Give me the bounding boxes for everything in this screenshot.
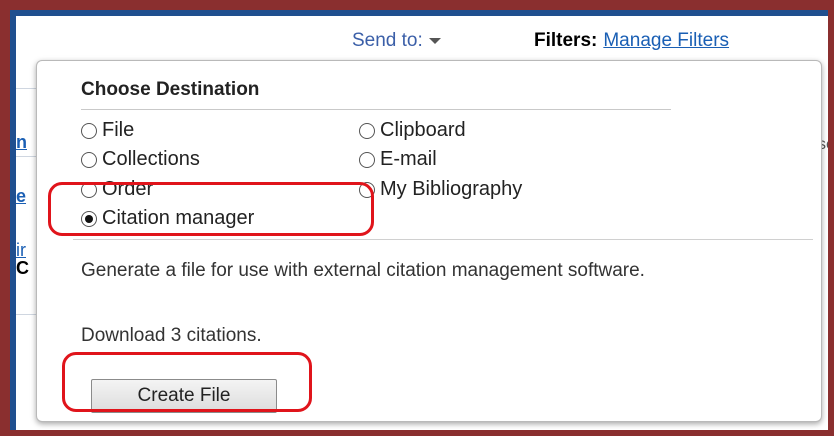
option-label: Citation manager [102,207,255,229]
heading-divider [81,109,671,110]
option-clipboard[interactable]: Clipboard [359,119,466,142]
option-label: Order [102,178,154,200]
download-count: Download 3 citations. [81,325,262,346]
filters-label: Filters: [534,30,598,51]
toolbar: Send to: Filters: Manage Filters [16,16,828,56]
background-divider [16,314,36,315]
option-my-bibliography[interactable]: My Bibliography [359,178,522,201]
send-to-dropdown[interactable]: Send to: [352,30,441,52]
background-link-fragment[interactable]: e [16,186,26,207]
option-label: File [102,119,135,141]
send-to-popup: Choose Destination File Clipboard Collec… [36,60,822,422]
destination-description: Generate a file for use with external ci… [81,260,645,281]
section-divider [73,239,813,240]
radio-button[interactable] [359,122,375,139]
manage-filters-link[interactable]: Manage Filters [603,30,729,51]
radio-button[interactable] [81,122,97,139]
option-order[interactable]: Order [81,178,153,201]
option-label: Collections [102,148,200,170]
option-email[interactable]: E-mail [359,148,437,171]
radio-button[interactable] [359,151,375,168]
filters: Filters: Manage Filters [534,30,729,52]
background-divider [16,88,36,89]
radio-dot-icon [85,214,93,223]
chevron-down-icon [428,37,441,44]
background-text-fragment: C [16,258,29,278]
option-label: My Bibliography [380,178,523,200]
option-collections[interactable]: Collections [81,148,200,171]
radio-button-selected[interactable] [81,210,97,227]
send-to-label: Send to: [352,30,423,51]
option-label: E-mail [380,148,437,170]
popup-heading: Choose Destination [81,79,260,100]
background-divider [16,156,36,157]
create-file-button[interactable]: Create File [91,379,277,413]
radio-button[interactable] [359,181,375,198]
option-file[interactable]: File [81,119,134,142]
radio-button[interactable] [81,151,97,168]
radio-button[interactable] [81,181,97,198]
option-label: Clipboard [380,119,466,141]
outer-frame: Send to: Filters: Manage Filters n e ir C… [0,0,834,436]
screen: Send to: Filters: Manage Filters n e ir C… [16,16,828,430]
background-link-fragment[interactable]: n [16,132,27,153]
option-citation-manager[interactable]: Citation manager [81,207,254,230]
